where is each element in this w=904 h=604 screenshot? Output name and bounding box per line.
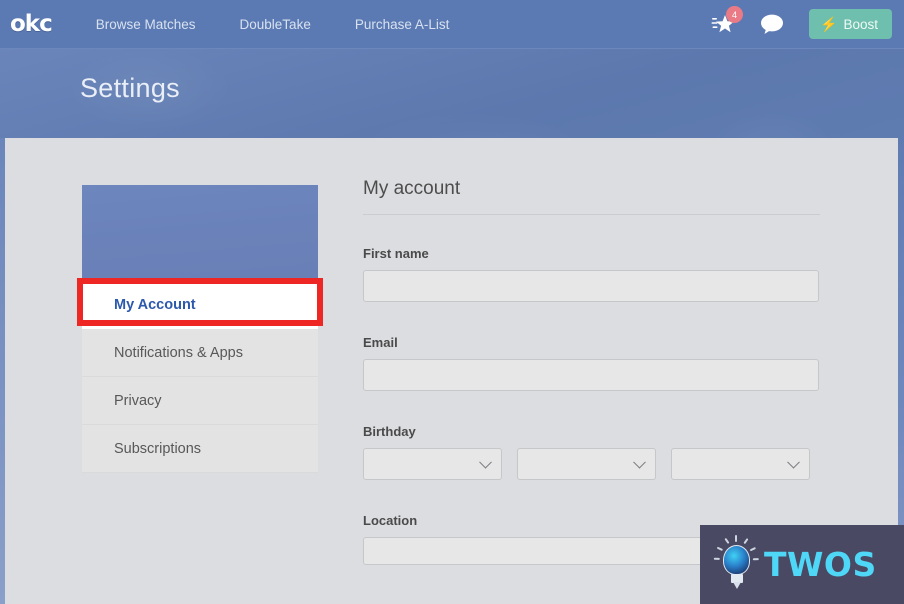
email-label: Email [363, 335, 398, 350]
chevron-down-icon [787, 455, 800, 469]
nav-right-actions: 4 ⚡ Boost [703, 4, 904, 44]
speech-bubble-icon [761, 14, 784, 34]
boost-button[interactable]: ⚡ Boost [809, 9, 892, 39]
birthday-month-select[interactable] [363, 448, 502, 480]
chevron-down-icon [633, 455, 646, 469]
first-name-input[interactable] [363, 270, 819, 302]
page-title: Settings [80, 73, 180, 103]
birthday-year-select[interactable] [671, 448, 810, 480]
birthday-day-select[interactable] [517, 448, 656, 480]
nav-links: Browse Matches DoubleTake Purchase A-Lis… [74, 17, 472, 32]
settings-banner: Settings [0, 49, 904, 138]
birthday-select-row [363, 448, 825, 480]
my-account-form: My account First name Email Birthday Loc… [363, 178, 825, 565]
section-divider [363, 214, 820, 215]
sidebar-item-my-account[interactable]: My Account [82, 281, 318, 329]
sidebar-profile-photo [82, 185, 318, 281]
nav-link-browse-matches[interactable]: Browse Matches [74, 17, 218, 32]
likes-star-button[interactable]: 4 [703, 4, 745, 44]
sidebar-item-privacy[interactable]: Privacy [82, 377, 318, 425]
watermark-text: TWOS [764, 545, 877, 584]
chevron-down-icon [479, 455, 492, 469]
okcupid-settings-page: okc Browse Matches DoubleTake Purchase A… [0, 0, 904, 604]
top-navigation-bar: okc Browse Matches DoubleTake Purchase A… [0, 0, 904, 49]
boost-label: Boost [843, 16, 878, 32]
nav-link-purchase-a-list[interactable]: Purchase A-List [333, 17, 472, 32]
sidebar-item-notifications-apps[interactable]: Notifications & Apps [82, 329, 318, 377]
section-title: My account [363, 178, 461, 199]
twos-watermark: TWOS [700, 525, 904, 604]
sidebar-item-label: Notifications & Apps [114, 344, 243, 361]
settings-sidebar: My Account Notifications & Apps Privacy … [82, 185, 318, 473]
lightning-bolt-icon: ⚡ [820, 15, 838, 32]
sidebar-item-label: Privacy [114, 392, 162, 409]
sidebar-item-subscriptions[interactable]: Subscriptions [82, 425, 318, 473]
sidebar-item-label: My Account [114, 297, 196, 313]
birthday-label: Birthday [363, 424, 416, 439]
email-input[interactable] [363, 359, 819, 391]
lightbulb-icon [713, 534, 760, 595]
nav-link-doubletake[interactable]: DoubleTake [218, 17, 333, 32]
okc-logo[interactable]: okc [10, 11, 53, 37]
messages-button[interactable] [751, 4, 793, 44]
first-name-label: First name [363, 246, 429, 261]
sidebar-item-label: Subscriptions [114, 440, 202, 457]
likes-count-badge: 4 [726, 6, 744, 23]
